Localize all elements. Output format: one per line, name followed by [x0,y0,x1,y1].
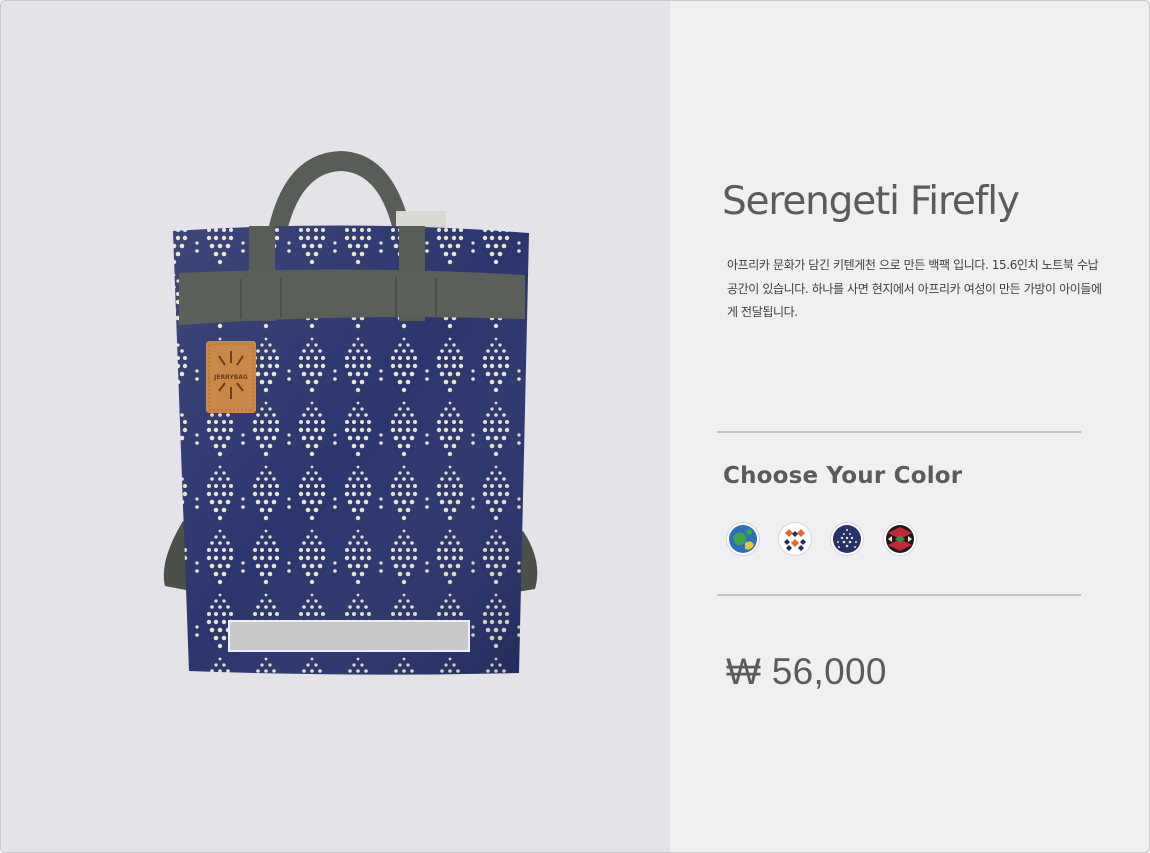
color-swatch-blue-green[interactable] [727,523,759,555]
color-swatch-red-black[interactable] [884,523,916,555]
color-swatch-navy-dotted[interactable] [831,523,863,555]
divider [717,431,1081,433]
product-info-panel: Serengeti Firefly 아프리카 문화가 담긴 키텐게천 으로 만든… [670,1,1149,852]
product-price: ₩ 56,000 [726,651,887,692]
divider [717,594,1081,596]
color-heading: Choose Your Color [723,463,963,489]
color-swatch-orange-navy[interactable] [779,523,811,555]
product-page: JERRYBAG Serengeti Firefly 아프리카 문화가 담긴 키… [0,0,1150,853]
svg-text:JERRYBAG: JERRYBAG [213,374,248,381]
product-description: 아프리카 문화가 담긴 키텐게천 으로 만든 백팩 입니다. 15.6인치 노트… [727,258,1102,319]
product-title: Serengeti Firefly [722,179,1020,224]
backpack-product-photo: JERRYBAG [163,151,538,675]
product-image-panel: JERRYBAG [1,1,670,852]
